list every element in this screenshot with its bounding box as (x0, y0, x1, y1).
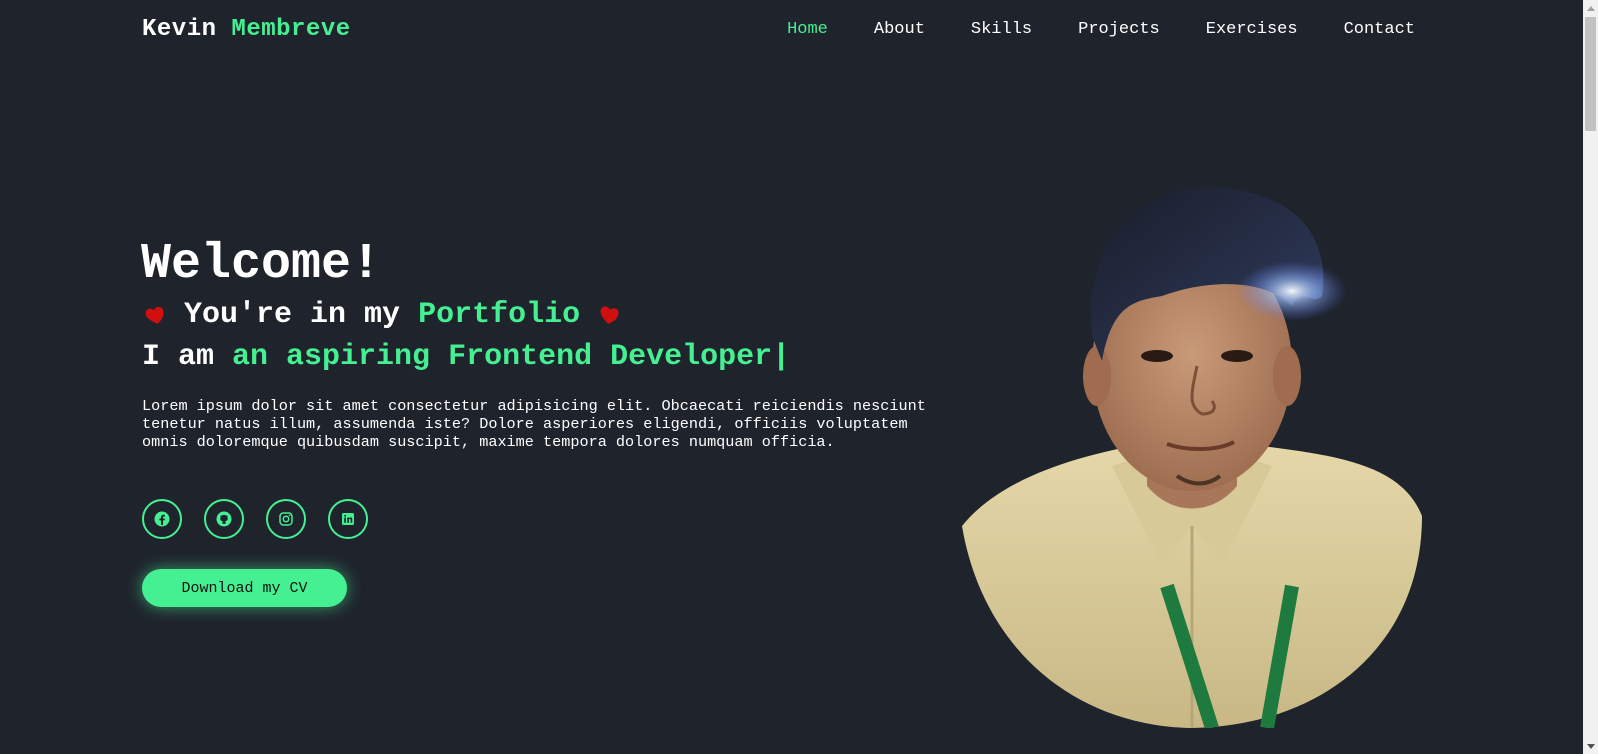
instagram-link[interactable] (266, 499, 306, 539)
heart-icon (600, 306, 619, 324)
nav-skills[interactable]: Skills (971, 20, 1032, 39)
social-links (142, 499, 368, 539)
profile-photo (962, 187, 1422, 728)
nav-exercises[interactable]: Exercises (1206, 20, 1298, 39)
hero-description: Lorem ipsum dolor sit amet consectetur a… (142, 397, 926, 451)
linkedin-link[interactable] (328, 499, 368, 539)
hero-typing-line: I am an aspiring Frontend Developer| (142, 340, 790, 374)
site-logo[interactable]: Kevin Membreve (142, 16, 351, 43)
subtitle-accent: Portfolio (418, 298, 581, 332)
facebook-icon (154, 511, 170, 527)
subtitle-prefix: You're in my (184, 298, 401, 332)
main-nav: Home About Skills Projects Exercises Con… (787, 20, 1415, 39)
nav-projects[interactable]: Projects (1078, 20, 1160, 39)
page-scrollbar[interactable] (1583, 0, 1598, 754)
scroll-up-arrow-icon[interactable] (1583, 0, 1598, 15)
nav-contact[interactable]: Contact (1344, 20, 1415, 39)
logo-last-name: Membreve (231, 16, 351, 43)
scrollbar-thumb[interactable] (1585, 17, 1596, 131)
nav-about[interactable]: About (874, 20, 925, 39)
linkedin-icon (342, 513, 354, 525)
download-cv-button[interactable]: Download my CV (142, 569, 347, 607)
heart-icon (145, 306, 164, 324)
github-icon (216, 511, 232, 527)
portfolio-page: Kevin Membreve Home About Skills Project… (0, 0, 1583, 754)
github-link[interactable] (204, 499, 244, 539)
logo-first-name: Kevin (142, 16, 217, 43)
hero-subtitle: You're in my Portfolio (140, 298, 626, 332)
nav-home[interactable]: Home (787, 20, 828, 39)
scroll-down-arrow-icon[interactable] (1583, 739, 1598, 754)
facebook-link[interactable] (142, 499, 182, 539)
instagram-icon (279, 512, 293, 526)
typing-text: an aspiring Frontend Developer| (232, 340, 791, 374)
hero-title: Welcome! (141, 236, 382, 293)
typing-prefix: I am (142, 340, 215, 374)
